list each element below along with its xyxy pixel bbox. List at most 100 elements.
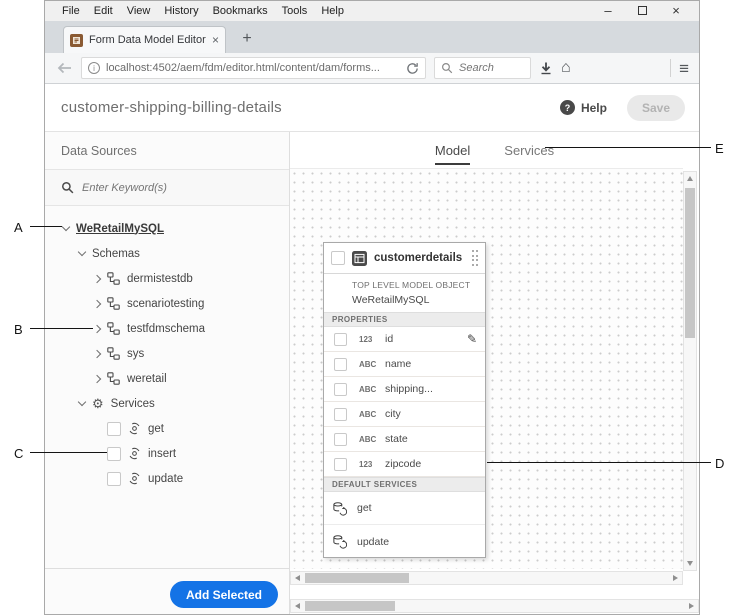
- data-type-label: 123: [359, 459, 373, 469]
- menu-view[interactable]: View: [120, 5, 158, 17]
- property-row-state[interactable]: ABC state: [324, 427, 485, 452]
- service-row-get[interactable]: get: [324, 492, 485, 525]
- pencil-icon[interactable]: ✎: [467, 333, 477, 345]
- keyword-search-row[interactable]: [45, 170, 289, 206]
- tree-node-schema-weretail[interactable]: weretail: [45, 366, 289, 391]
- checkbox[interactable]: [334, 407, 347, 421]
- data-type-label: ABC: [359, 359, 377, 369]
- toolbar-divider: [670, 59, 672, 77]
- drag-handle-icon[interactable]: [471, 250, 478, 266]
- card-title: customerdetails: [374, 252, 463, 264]
- back-icon[interactable]: [55, 60, 73, 76]
- checkbox[interactable]: [334, 432, 347, 446]
- tree-node-service-insert[interactable]: insert: [45, 441, 289, 466]
- tab-close-icon[interactable]: ×: [212, 33, 219, 47]
- default-services-section-header: DEFAULT SERVICES: [324, 477, 485, 492]
- info-icon[interactable]: i: [88, 62, 100, 74]
- scroll-down-icon[interactable]: [687, 561, 693, 566]
- keyword-search-input[interactable]: [82, 181, 289, 194]
- page-horizontal-scrollbar[interactable]: [290, 599, 699, 613]
- checkbox[interactable]: [334, 382, 347, 396]
- property-row-zipcode[interactable]: 123 zipcode: [324, 452, 485, 477]
- checkbox[interactable]: [334, 457, 347, 471]
- search-box[interactable]: [434, 57, 531, 79]
- reload-icon[interactable]: [406, 62, 419, 75]
- scrollbar-thumb[interactable]: [305, 573, 409, 583]
- tree-node-weretailmysql[interactable]: WeRetailMySQL: [45, 216, 289, 241]
- add-selected-button[interactable]: Add Selected: [169, 581, 278, 608]
- scroll-left-icon[interactable]: [295, 575, 300, 581]
- scroll-up-icon[interactable]: [687, 176, 693, 181]
- minimize-button[interactable]: –: [591, 1, 625, 21]
- maximize-button[interactable]: [625, 1, 659, 21]
- data-sources-title: Data Sources: [45, 132, 289, 170]
- tree-node-services[interactable]: ⚙ Services: [45, 391, 289, 416]
- menu-file[interactable]: File: [55, 5, 87, 17]
- scroll-right-icon[interactable]: [689, 603, 694, 609]
- annotation-line-e: [545, 147, 711, 148]
- chevron-down-icon[interactable]: [61, 222, 71, 232]
- property-row-city[interactable]: ABC city: [324, 402, 485, 427]
- home-icon[interactable]: ⌂: [561, 60, 571, 76]
- search-input[interactable]: [459, 62, 524, 74]
- annotation-b: B: [14, 322, 23, 337]
- screenshot-stage: A B C D E File Edit View History Bookmar…: [0, 0, 750, 615]
- checkbox[interactable]: [334, 357, 347, 371]
- scrollbar-thumb[interactable]: [685, 188, 695, 338]
- model-object-card[interactable]: customerdetails TOP LEVEL MODEL OBJECT W…: [323, 242, 486, 558]
- checkbox[interactable]: [334, 332, 347, 346]
- browser-tab[interactable]: Form Data Model Editor ×: [63, 26, 226, 53]
- service-row-update[interactable]: update: [324, 525, 485, 558]
- menu-help[interactable]: Help: [314, 5, 351, 17]
- property-name: name: [385, 358, 412, 370]
- tree-node-schema-dermistestdb[interactable]: dermistestdb: [45, 266, 289, 291]
- tree-node-label: Services: [110, 397, 155, 410]
- canvas-horizontal-scrollbar[interactable]: [290, 571, 683, 585]
- menu-bar: File Edit View History Bookmarks Tools H…: [45, 1, 699, 21]
- chevron-right-icon[interactable]: [92, 349, 102, 358]
- tab-services[interactable]: Services: [504, 132, 554, 168]
- new-tab-button[interactable]: +: [235, 27, 259, 51]
- menu-history[interactable]: History: [157, 5, 205, 17]
- tree-node-label: insert: [148, 447, 177, 460]
- property-row-name[interactable]: ABC name: [324, 352, 485, 377]
- download-icon[interactable]: [539, 61, 553, 75]
- vertical-scrollbar[interactable]: [683, 171, 697, 571]
- chevron-right-icon[interactable]: [92, 299, 102, 308]
- tree-node-schema-scenariotesting[interactable]: scenariotesting: [45, 291, 289, 316]
- url-bar[interactable]: i localhost:4502/aem/fdm/editor.html/con…: [81, 57, 426, 79]
- help-label: Help: [580, 100, 607, 115]
- menu-edit[interactable]: Edit: [87, 5, 120, 17]
- checkbox[interactable]: [107, 471, 121, 486]
- scroll-left-icon[interactable]: [295, 603, 300, 609]
- chevron-right-icon[interactable]: [92, 374, 102, 383]
- tree-node-schema-sys[interactable]: sys: [45, 341, 289, 366]
- property-row-shipping[interactable]: ABC shipping...: [324, 377, 485, 402]
- scroll-right-icon[interactable]: [673, 575, 678, 581]
- close-button[interactable]: ×: [659, 1, 693, 21]
- tree-node-service-get[interactable]: get: [45, 416, 289, 441]
- chevron-right-icon[interactable]: [92, 324, 102, 333]
- card-source-label: WeRetailMySQL: [352, 294, 430, 306]
- property-row-id[interactable]: 123 id ✎: [324, 327, 485, 352]
- hamburger-menu-icon[interactable]: ≡: [679, 60, 689, 77]
- menu-bookmarks[interactable]: Bookmarks: [206, 5, 275, 17]
- save-button[interactable]: Save: [626, 94, 685, 121]
- scrollbar-thumb[interactable]: [305, 601, 395, 611]
- tab-model[interactable]: Model: [434, 132, 471, 168]
- checkbox[interactable]: [107, 421, 121, 436]
- model-canvas[interactable]: customerdetails TOP LEVEL MODEL OBJECT W…: [290, 168, 683, 569]
- chevron-down-icon[interactable]: [77, 247, 87, 257]
- tree-node-service-update[interactable]: update: [45, 466, 289, 491]
- chevron-right-icon[interactable]: [92, 274, 102, 283]
- service-name: update: [357, 535, 390, 548]
- checkbox[interactable]: [107, 446, 121, 461]
- help-button[interactable]: ? Help: [559, 100, 607, 115]
- menu-tools[interactable]: Tools: [275, 5, 315, 17]
- chevron-down-icon[interactable]: [77, 397, 87, 407]
- checkbox[interactable]: [331, 251, 345, 265]
- gear-icon: ⚙: [92, 396, 104, 411]
- url-text: localhost:4502/aem/fdm/editor.html/conte…: [106, 62, 380, 74]
- tree-node-schemas[interactable]: Schemas: [45, 241, 289, 266]
- tab-favicon: [70, 33, 83, 47]
